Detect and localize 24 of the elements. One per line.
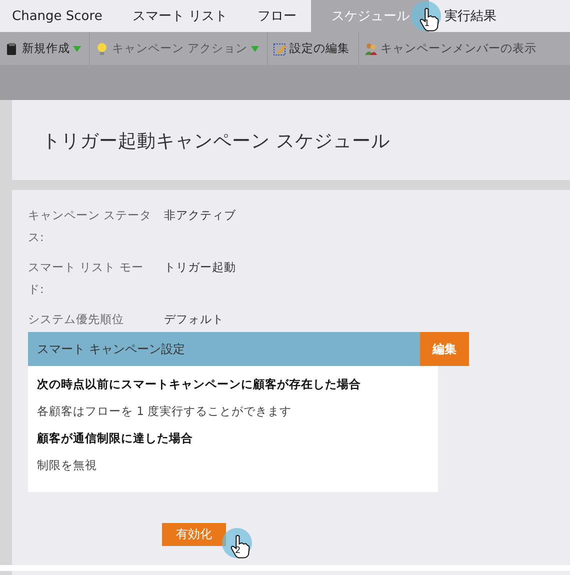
field-value: トリガー起動: [164, 259, 237, 276]
rule-heading: 顧客が通信制限に達した場合: [37, 430, 194, 447]
step-number: 1: [424, 19, 430, 29]
field-value: デフォルト: [164, 311, 225, 328]
lightbulb-icon: [95, 42, 109, 56]
toolbar-button[interactable]: キャンペーンメンバーの表示: [358, 32, 545, 65]
hand-cursor-icon: [419, 7, 439, 33]
tab[interactable]: スマート リスト: [117, 0, 242, 32]
field-label: キャンペーン ステータス:: [28, 207, 153, 246]
tab[interactable]: Change Score: [0, 0, 118, 32]
panel-title: スマート キャンペーン設定: [28, 332, 420, 366]
field-label: スマート リスト モード:: [28, 259, 144, 298]
field-label: システム優先順位: [28, 311, 125, 328]
rule-text: 制限を無視: [37, 457, 98, 474]
rule-text: 各顧客はフローを 1 度実行することができます: [37, 403, 293, 420]
rule-heading: 次の時点以前にスマートキャンペーンに顧客が存在した場合: [37, 376, 362, 393]
field-value: 非アクティブ: [164, 207, 237, 224]
people-icon: [364, 42, 378, 56]
hand-cursor-icon: [230, 534, 250, 560]
page-title: トリガー起動キャンペーン スケジュール: [42, 130, 390, 152]
document-icon: [5, 42, 19, 56]
tab[interactable]: フロー: [242, 0, 312, 32]
pencil-icon: [272, 42, 287, 56]
step-number: 2: [235, 546, 241, 556]
